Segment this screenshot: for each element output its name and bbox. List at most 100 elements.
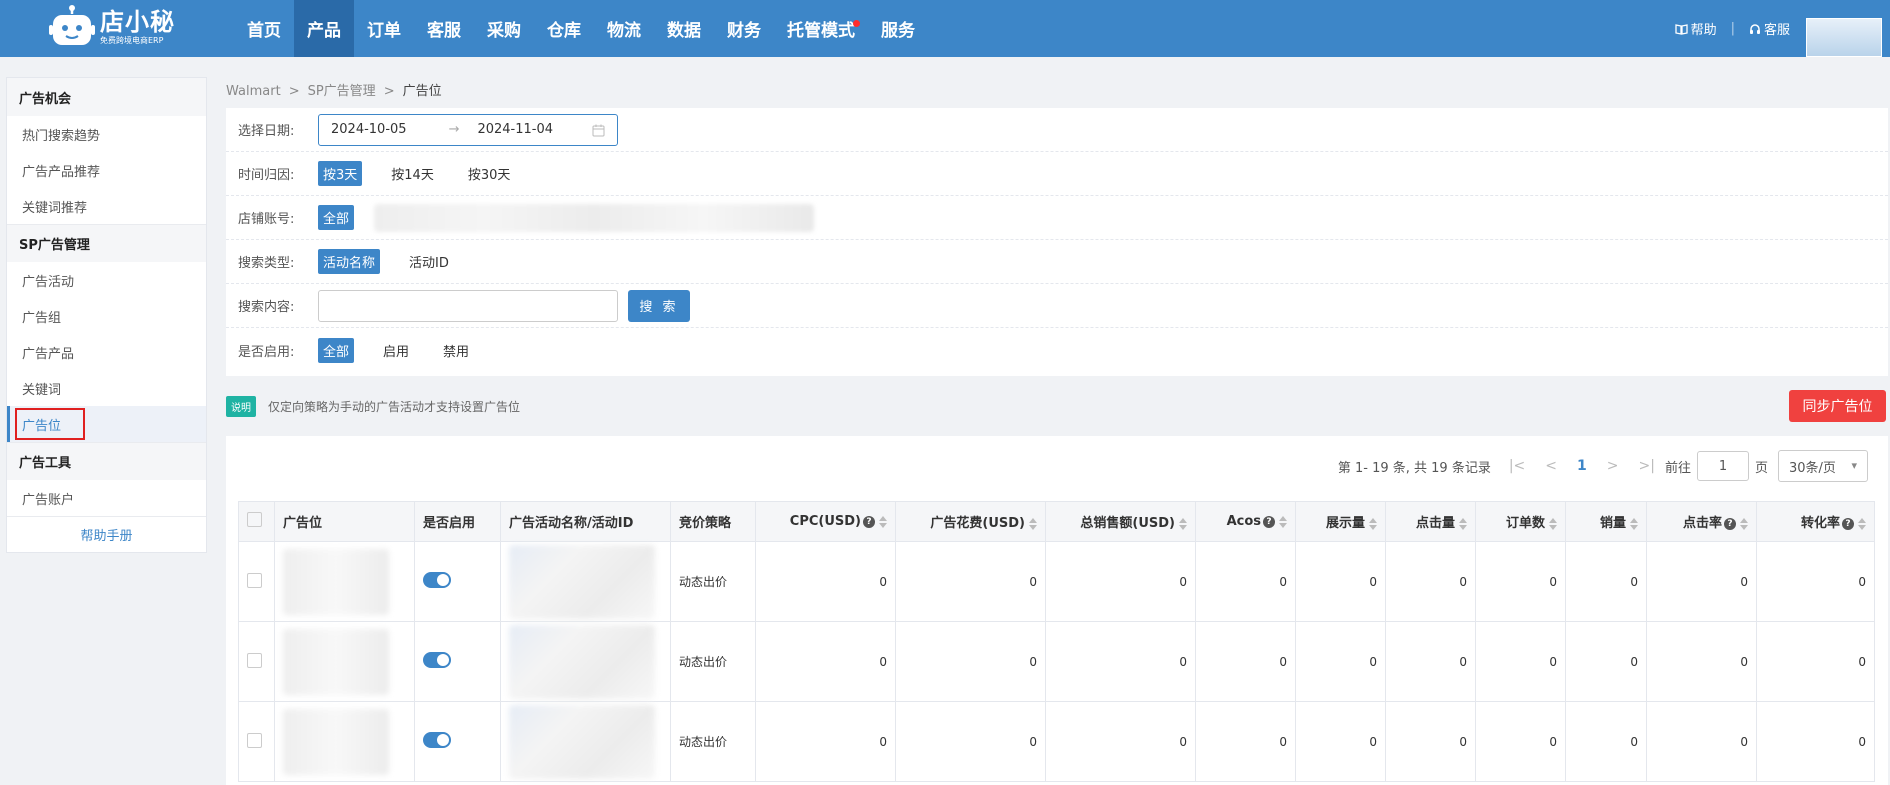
search-input[interactable]: [318, 289, 618, 322]
row-checkbox[interactable]: [247, 732, 262, 748]
table-row: 动态出价 0 0 0 0 0 0 0 0 0 0: [238, 541, 1875, 622]
sidebar-item-product-recommend[interactable]: 广告产品推荐: [7, 152, 206, 188]
enabled-toggle[interactable]: [423, 732, 451, 748]
search-type-option-id[interactable]: 活动ID: [404, 249, 454, 274]
column-header-4[interactable]: CPC(USD)?: [755, 501, 896, 542]
column-header-8[interactable]: 展示量: [1295, 501, 1386, 542]
row-select-cell: [238, 541, 275, 622]
enabled-option-off[interactable]: 禁用: [438, 338, 474, 363]
last-page-icon[interactable]: >|: [1639, 458, 1655, 474]
row-select-cell: [238, 621, 275, 702]
strategy-cell: 动态出价: [670, 621, 756, 702]
prev-page-icon[interactable]: <: [1545, 458, 1557, 474]
metric-cell: 0: [1195, 621, 1296, 702]
help-question-icon[interactable]: ?: [863, 515, 875, 528]
sort-icon[interactable]: [1740, 517, 1748, 530]
help-link[interactable]: 帮助: [1674, 19, 1717, 38]
sync-placements-button[interactable]: 同步广告位: [1789, 390, 1886, 422]
sidebar-item-ad-accounts[interactable]: 广告账户: [7, 480, 206, 516]
date-range-picker[interactable]: 2024-10-05 → 2024-11-04: [318, 113, 618, 146]
attribution-option-14d[interactable]: 按14天: [386, 161, 439, 186]
page-unit: 页: [1754, 460, 1768, 476]
nav-item-7[interactable]: 数据: [654, 0, 714, 57]
nav-item-6[interactable]: 物流: [594, 0, 654, 57]
sort-icon[interactable]: [1858, 517, 1866, 530]
filter-row-attribution: 时间归因: 按3天 按14天 按30天: [226, 152, 1888, 196]
sidebar-item-campaigns[interactable]: 广告活动: [7, 262, 206, 298]
campaign-blurred[interactable]: [509, 704, 655, 779]
column-header-2: 广告活动名称/活动ID: [500, 501, 671, 542]
nav-item-10[interactable]: 服务: [868, 0, 928, 57]
page-size-select[interactable]: 30条/页 ▾: [1778, 450, 1868, 482]
column-header-6[interactable]: 总销售额(USD): [1045, 501, 1196, 542]
nav-item-label: 产品: [307, 21, 341, 41]
next-page-icon[interactable]: >: [1607, 458, 1619, 474]
sidebar-item-ad-groups[interactable]: 广告组: [7, 298, 206, 334]
sidebar-item-placements[interactable]: 广告位: [7, 406, 206, 442]
search-type-option-name[interactable]: 活动名称: [318, 249, 381, 274]
sort-icon[interactable]: [1459, 517, 1467, 530]
attribution-option-30d[interactable]: 按30天: [463, 161, 516, 186]
column-header-10[interactable]: 订单数: [1475, 501, 1566, 542]
metric-cell: 0: [1646, 701, 1757, 782]
nav-item-4[interactable]: 采购: [474, 0, 534, 57]
brand-logo[interactable]: 店小秘 免费跨境电商ERP: [48, 4, 175, 50]
calendar-icon: [592, 124, 605, 136]
help-manual-link[interactable]: 帮助手册: [7, 516, 206, 552]
sort-icon[interactable]: [1179, 517, 1187, 530]
sidebar-item-hot-search[interactable]: 热门搜索趋势: [7, 116, 206, 152]
help-question-icon[interactable]: ?: [1724, 517, 1736, 530]
page-number[interactable]: 1: [1577, 458, 1587, 474]
sidebar-item-keywords[interactable]: 关键词: [7, 370, 206, 406]
attribution-option-3d[interactable]: 按3天: [318, 161, 363, 186]
breadcrumb-sp-ads[interactable]: SP广告管理: [308, 84, 376, 99]
sort-icon[interactable]: [879, 515, 887, 528]
row-checkbox[interactable]: [247, 572, 262, 588]
enabled-option-all[interactable]: 全部: [318, 337, 355, 363]
metric-cell: 0: [755, 621, 896, 702]
sort-icon[interactable]: [1549, 517, 1557, 530]
column-header-7[interactable]: Acos?: [1195, 501, 1296, 542]
first-page-icon[interactable]: |<: [1509, 458, 1525, 474]
campaign-blurred[interactable]: [509, 624, 655, 699]
top-right-links: 帮助 | 客服: [1674, 0, 1790, 57]
nav-item-3[interactable]: 客服: [414, 0, 474, 57]
service-link[interactable]: 客服: [1749, 19, 1790, 38]
goto-page-input[interactable]: 1: [1696, 451, 1749, 481]
sidebar-item-keyword-recommend[interactable]: 关键词推荐: [7, 188, 206, 224]
help-question-icon[interactable]: ?: [1842, 517, 1854, 530]
nav-item-0[interactable]: 首页: [234, 0, 294, 57]
breadcrumb-walmart[interactable]: Walmart: [226, 84, 281, 99]
user-avatar[interactable]: [1806, 18, 1882, 57]
enabled-toggle[interactable]: [423, 652, 451, 668]
sort-icon[interactable]: [1369, 517, 1377, 530]
sidebar-item-ad-products[interactable]: 广告产品: [7, 334, 206, 370]
help-label: 帮助: [1690, 23, 1717, 38]
help-question-icon[interactable]: ?: [1263, 515, 1275, 528]
enabled-option-on[interactable]: 启用: [378, 338, 414, 363]
robot-logo-icon: [48, 5, 96, 49]
nav-item-8[interactable]: 财务: [714, 0, 774, 57]
column-header-9[interactable]: 点击量: [1385, 501, 1476, 542]
select-all-checkbox[interactable]: [247, 512, 262, 527]
campaign-blurred[interactable]: [509, 544, 655, 619]
metric-cell: 0: [1565, 621, 1647, 702]
column-header-5[interactable]: 广告花费(USD): [895, 501, 1046, 542]
enabled-toggle[interactable]: [423, 572, 451, 588]
sort-icon[interactable]: [1630, 517, 1638, 530]
store-option-all[interactable]: 全部: [318, 205, 355, 230]
metric-cell: 0: [895, 621, 1046, 702]
row-checkbox[interactable]: [247, 652, 262, 668]
note-text: 仅定向策略为手动的广告活动才支持设置广告位: [268, 400, 521, 414]
nav-item-2[interactable]: 订单: [354, 0, 414, 57]
sort-icon[interactable]: [1279, 515, 1287, 528]
column-header-12[interactable]: 点击率?: [1646, 501, 1757, 542]
column-header-13[interactable]: 转化率?: [1756, 501, 1875, 542]
sort-icon[interactable]: [1029, 517, 1037, 530]
column-header-11[interactable]: 销量: [1565, 501, 1647, 542]
nav-item-9[interactable]: 托管模式: [774, 0, 868, 57]
search-button[interactable]: 搜 索: [628, 289, 690, 322]
metric-cell: 0: [1045, 621, 1196, 702]
nav-item-1[interactable]: 产品: [294, 0, 354, 57]
nav-item-5[interactable]: 仓库: [534, 0, 594, 57]
